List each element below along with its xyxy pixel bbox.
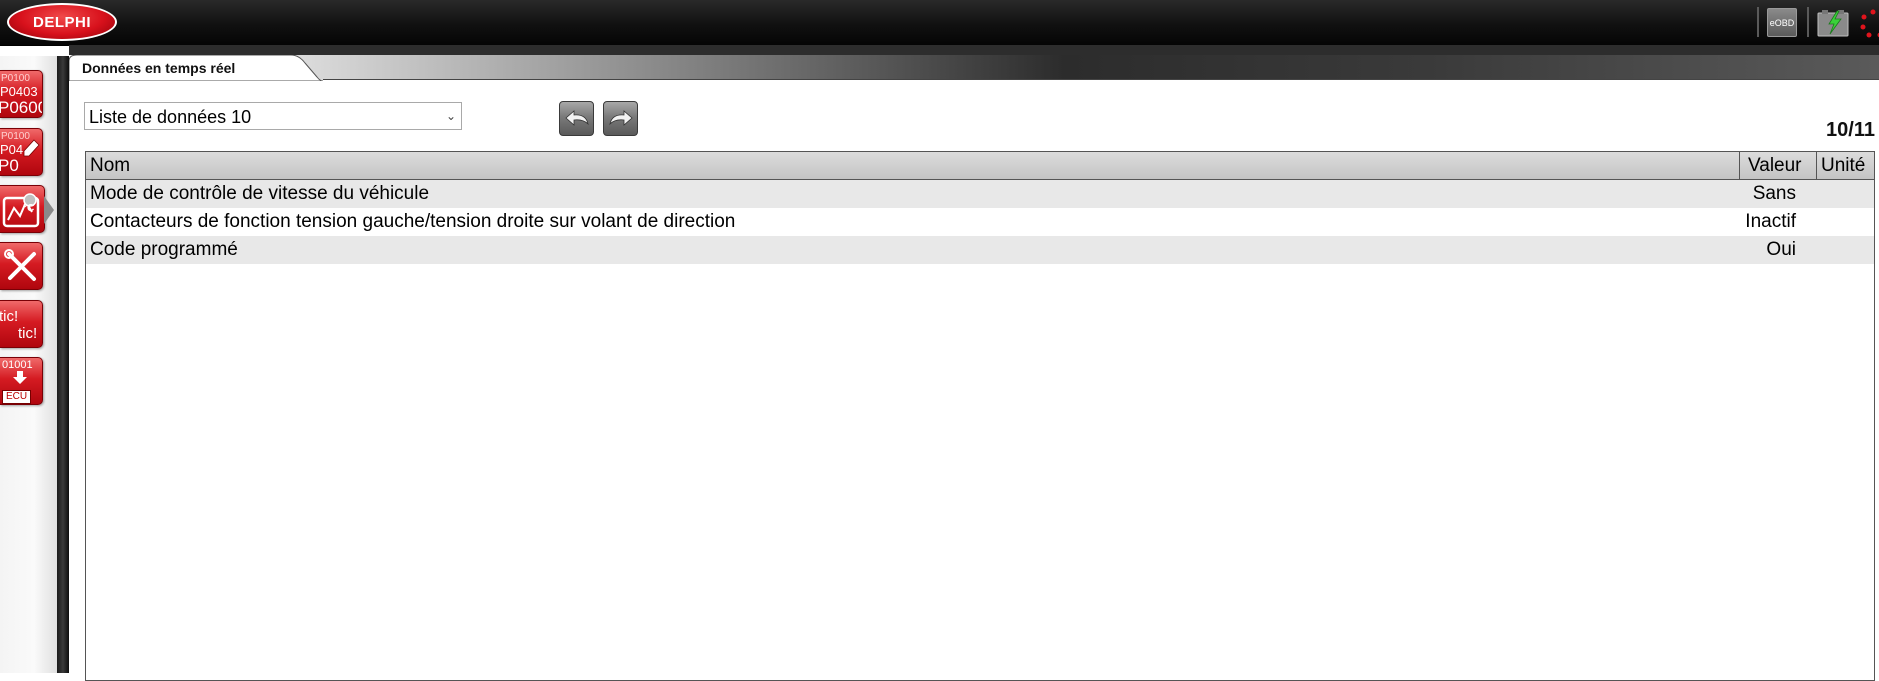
data-list-select[interactable]: Liste de données 10 ⌄ — [84, 102, 462, 130]
loading-spinner-icon — [1858, 8, 1879, 38]
row-name: Mode de contrôle de vitesse du véhicule — [90, 183, 429, 205]
row-value: Oui — [1766, 239, 1796, 261]
column-header-value[interactable]: Valeur — [1748, 152, 1802, 179]
toolbar-separator — [1807, 7, 1809, 37]
row-name: Code programmé — [90, 239, 238, 261]
table-row[interactable]: Mode de contrôle de vitesse du véhicule … — [86, 180, 1874, 208]
active-item-pointer — [44, 196, 54, 224]
sidebar-item-live-data[interactable]: °C — [0, 185, 45, 233]
table-row[interactable]: Contacteurs de fonction tension gauche/t… — [86, 208, 1874, 236]
download-arrow-icon — [12, 371, 28, 385]
top-bar: DELPHI eOBD — [0, 0, 1879, 46]
back-arrow-icon — [564, 110, 590, 128]
forward-arrow-icon — [608, 110, 634, 128]
sidebar-item-label: tic! — [18, 326, 37, 341]
delphi-logo: DELPHI — [7, 3, 117, 41]
tab-strip-top — [69, 45, 1879, 55]
sidebar-item-label: P0403 — [0, 85, 38, 98]
sidebar-item-label: P04 — [0, 143, 23, 156]
battery-charge-icon[interactable] — [1817, 8, 1849, 37]
tab-underline — [323, 79, 1879, 80]
ecu-chip-label: ECU — [2, 390, 31, 404]
eraser-icon — [22, 139, 40, 159]
row-value: Sans — [1753, 183, 1796, 205]
sidebar-item-service-tools[interactable] — [0, 242, 43, 290]
next-list-button[interactable] — [603, 101, 638, 136]
row-name: Contacteurs de fonction tension gauche/t… — [90, 211, 735, 233]
data-list-select-value: Liste de données 10 — [89, 107, 251, 128]
wrench-screwdriver-icon — [4, 249, 40, 285]
sidebar-item-label: tic! — [0, 309, 18, 324]
table-row[interactable]: Code programmé Oui — [86, 236, 1874, 264]
column-header-name[interactable]: Nom — [90, 152, 130, 179]
sidebar-item-clear-codes[interactable]: P0100 P04 P0 — [0, 128, 43, 176]
chevron-down-icon: ⌄ — [446, 109, 456, 123]
live-data-gauge-icon — [2, 190, 42, 230]
tab-label: Données en temps réel — [82, 60, 235, 76]
sidebar-item-read-codes[interactable]: P0100 P0403 P0600 — [0, 70, 43, 118]
sidebar-item-label: P0100 — [1, 74, 30, 84]
eobd-icon[interactable]: eOBD — [1767, 8, 1797, 37]
logo-text: DELPHI — [33, 14, 91, 31]
row-value: Inactif — [1745, 211, 1796, 233]
page-indicator: 10/11 — [1826, 119, 1875, 142]
previous-list-button[interactable] — [559, 101, 594, 136]
sidebar-divider — [57, 56, 69, 673]
sidebar-item-label: P0600 — [0, 99, 43, 116]
live-data-table: Nom Valeur Unité Mode de contrôle de vit… — [85, 151, 1875, 681]
sidebar-item-activation-tests[interactable]: tic! tic! — [0, 300, 43, 348]
column-divider[interactable] — [1816, 152, 1817, 179]
table-header: Nom Valeur Unité — [86, 152, 1874, 180]
sidebar-item-ecu-programming[interactable]: 01001 ECU — [0, 357, 43, 405]
eobd-label: eOBD — [1770, 18, 1795, 28]
sidebar-item-label: 01001 — [2, 360, 33, 371]
column-header-unit[interactable]: Unité — [1821, 152, 1865, 179]
sidebar-item-label: P0 — [0, 157, 19, 174]
column-divider[interactable] — [1739, 152, 1740, 179]
toolbar-separator — [1757, 7, 1759, 37]
sidebar-item-label: °C — [23, 204, 34, 214]
